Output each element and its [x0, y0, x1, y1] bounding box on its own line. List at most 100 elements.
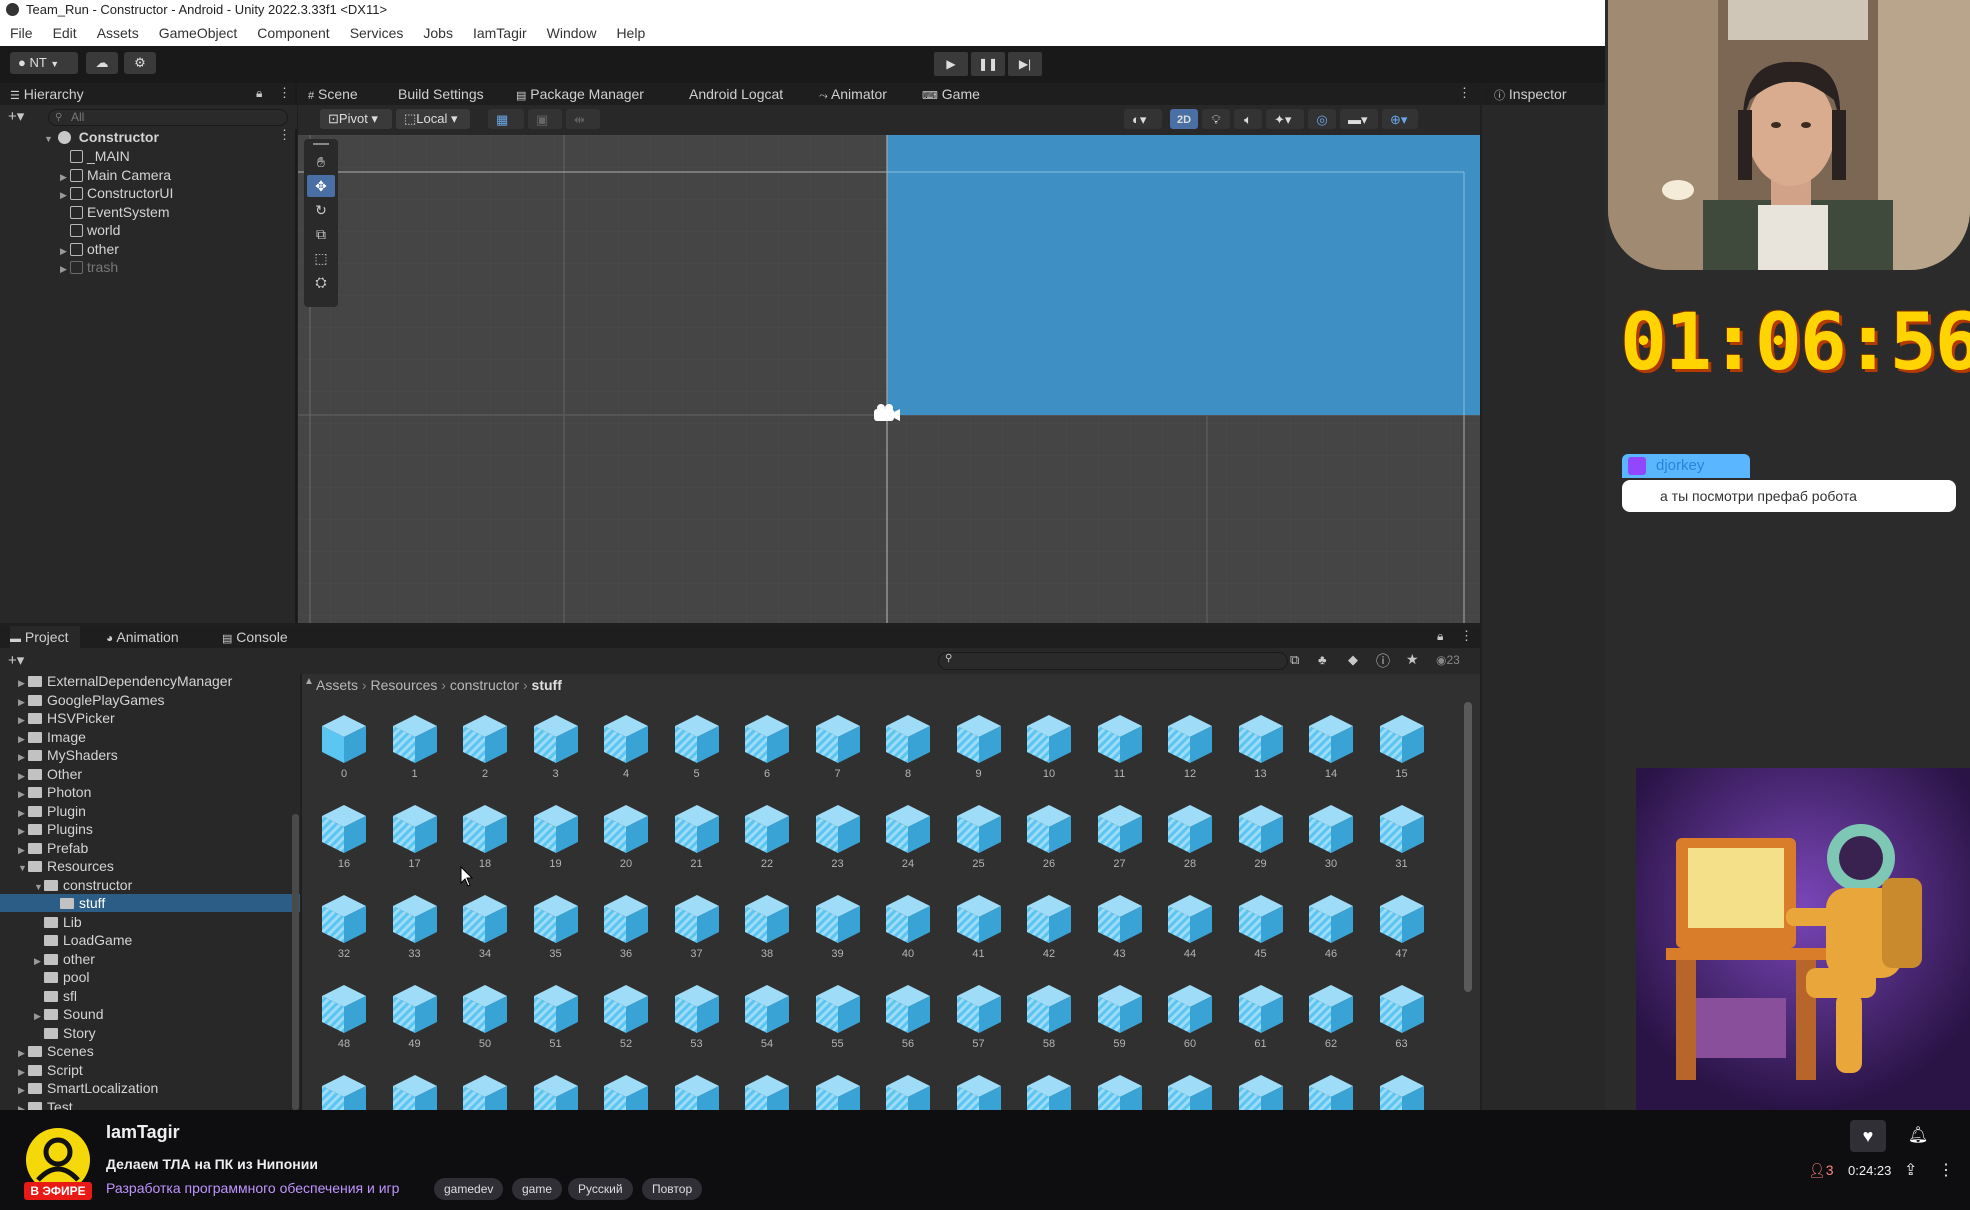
scale-tool-button[interactable]: ⧉: [307, 223, 335, 245]
lighting-toggle[interactable]: 💡︎: [1202, 109, 1230, 129]
transform-tool-button[interactable]: ⛭: [307, 271, 335, 293]
project-folder-item[interactable]: ▶ Prefab: [0, 839, 300, 857]
pause-button[interactable]: ❚❚: [971, 52, 1005, 76]
hierarchy-item-inactive[interactable]: ▶ trash: [60, 258, 118, 276]
expand-arrow-icon[interactable]: ▶: [18, 785, 28, 803]
asset-prefab-item[interactable]: 50: [455, 982, 515, 1058]
asset-prefab-item[interactable]: 49: [385, 982, 445, 1058]
tag-pill[interactable]: gamedev: [434, 1178, 504, 1200]
shading-mode-dropdown[interactable]: ◐▾: [1124, 109, 1162, 129]
asset-prefab-item[interactable]: 59: [1090, 982, 1150, 1058]
move-tool-button[interactable]: ✥: [307, 175, 335, 197]
tab-console[interactable]: ▤ Console: [222, 626, 288, 648]
hierarchy-item[interactable]: EventSystem: [60, 203, 169, 221]
asset-prefab-item[interactable]: [1019, 1072, 1079, 1110]
asset-prefab-item[interactable]: 8: [878, 712, 938, 788]
channel-name[interactable]: IamTagir: [106, 1122, 180, 1143]
hierarchy-item[interactable]: world: [60, 221, 120, 239]
menu-assets[interactable]: Assets: [97, 25, 139, 41]
stream-category[interactable]: Разработка программного обеспечения и иг…: [106, 1180, 399, 1196]
asset-prefab-item[interactable]: 15: [1372, 712, 1432, 788]
asset-prefab-item[interactable]: 52: [596, 982, 656, 1058]
asset-prefab-item[interactable]: [455, 1072, 515, 1110]
expand-arrow-icon[interactable]: ▶: [60, 168, 70, 186]
project-folder-item[interactable]: ▶ Photon: [0, 783, 300, 801]
project-folder-item[interactable]: LoadGame: [0, 931, 300, 949]
project-folder-item[interactable]: ▶ HSVPicker: [0, 709, 300, 727]
pivot-dropdown[interactable]: ⊡Pivot ▾: [320, 109, 392, 129]
lock-icon[interactable]: 🔒︎: [1437, 629, 1443, 644]
expand-arrow-icon[interactable]: ▼: [18, 859, 28, 877]
asset-prefab-item[interactable]: 45: [1231, 892, 1291, 968]
asset-prefab-item[interactable]: 29: [1231, 802, 1291, 878]
expand-arrow-icon[interactable]: ▶: [18, 822, 28, 840]
share-button[interactable]: ⇪: [1904, 1160, 1917, 1180]
asset-prefab-item[interactable]: 41: [949, 892, 1009, 968]
project-folder-item[interactable]: pool: [0, 968, 300, 986]
tab-game[interactable]: ⌨ Game: [922, 83, 980, 105]
lock-icon[interactable]: 🔒︎: [256, 86, 262, 101]
expand-arrow-icon[interactable]: ▶: [18, 1100, 28, 1111]
asset-prefab-item[interactable]: 61: [1231, 982, 1291, 1058]
expand-arrow-icon[interactable]: ▶: [18, 730, 28, 748]
asset-prefab-item[interactable]: 42: [1019, 892, 1079, 968]
align-button[interactable]: ⇹: [566, 109, 600, 129]
asset-prefab-item[interactable]: 32: [314, 892, 374, 968]
asset-prefab-item[interactable]: 56: [878, 982, 938, 1058]
expand-arrow-icon[interactable]: ▶: [18, 1063, 28, 1081]
asset-grid-scrollbar[interactable]: [1464, 702, 1472, 992]
asset-prefab-item[interactable]: 12: [1160, 712, 1220, 788]
menu-component[interactable]: Component: [257, 25, 329, 41]
scroll-up-arrow-icon[interactable]: ▲: [304, 676, 314, 687]
toggle-2d-button[interactable]: 2D: [1170, 109, 1198, 129]
warning-filter-icon[interactable]: ⓘ: [1376, 651, 1390, 671]
favorite-star-icon[interactable]: ★: [1406, 651, 1419, 668]
menu-help[interactable]: Help: [616, 25, 645, 41]
asset-prefab-item[interactable]: [949, 1072, 1009, 1110]
camera-gizmo-icon[interactable]: [872, 403, 902, 425]
asset-prefab-item[interactable]: 9: [949, 712, 1009, 788]
expand-arrow-icon[interactable]: ▼: [34, 878, 44, 896]
hierarchy-item[interactable]: ▶ Main Camera: [60, 166, 171, 184]
asset-prefab-item[interactable]: 11: [1090, 712, 1150, 788]
asset-prefab-item[interactable]: 13: [1231, 712, 1291, 788]
expand-arrow-icon[interactable]: ▶: [18, 767, 28, 785]
create-asset-icon[interactable]: +▾: [8, 651, 24, 669]
asset-prefab-item[interactable]: 37: [667, 892, 727, 968]
breadcrumb-item[interactable]: constructor: [450, 677, 519, 693]
menu-edit[interactable]: Edit: [53, 25, 77, 41]
rect-tool-button[interactable]: ⬚: [307, 247, 335, 269]
gizmos-dropdown[interactable]: ⊕▾: [1382, 109, 1418, 129]
asset-prefab-item[interactable]: 55: [808, 982, 868, 1058]
asset-prefab-item[interactable]: 23: [808, 802, 868, 878]
menu-services[interactable]: Services: [350, 25, 404, 41]
asset-prefab-item[interactable]: 58: [1019, 982, 1079, 1058]
asset-prefab-item[interactable]: 22: [737, 802, 797, 878]
breadcrumb-item[interactable]: Assets: [316, 677, 358, 693]
asset-prefab-item[interactable]: 31: [1372, 802, 1432, 878]
filter-label-icon[interactable]: ♣: [1318, 652, 1327, 667]
settings-button[interactable]: ⚙: [124, 52, 156, 74]
hierarchy-search-input[interactable]: ⚲ All: [48, 109, 288, 126]
folder-tree-scrollbar[interactable]: [292, 814, 299, 1110]
tag-pill[interactable]: game: [512, 1178, 563, 1200]
asset-prefab-item[interactable]: 47: [1372, 892, 1432, 968]
asset-prefab-item[interactable]: 34: [455, 892, 515, 968]
tab-animation[interactable]: ◕ Animation: [106, 626, 179, 648]
breadcrumb-item[interactable]: Resources: [370, 677, 437, 693]
hierarchy-item[interactable]: ▶ ConstructorUI: [60, 184, 173, 202]
asset-prefab-item[interactable]: [596, 1072, 656, 1110]
tab-animator[interactable]: ⤳ Animator: [819, 83, 887, 105]
project-folder-item[interactable]: ▼ constructor: [0, 876, 300, 894]
asset-prefab-item[interactable]: [1231, 1072, 1291, 1110]
asset-prefab-item[interactable]: 43: [1090, 892, 1150, 968]
asset-prefab-item[interactable]: 54: [737, 982, 797, 1058]
asset-prefab-item[interactable]: 10: [1019, 712, 1079, 788]
asset-prefab-item[interactable]: 38: [737, 892, 797, 968]
project-folder-item[interactable]: ▶ Other: [0, 765, 300, 783]
asset-prefab-item[interactable]: 4: [596, 712, 656, 788]
expand-arrow-icon[interactable]: ▶: [18, 804, 28, 822]
asset-prefab-item[interactable]: 1: [385, 712, 445, 788]
menu-gameobject[interactable]: GameObject: [159, 25, 238, 41]
tab-hierarchy[interactable]: ☰ Hierarchy: [0, 83, 84, 105]
